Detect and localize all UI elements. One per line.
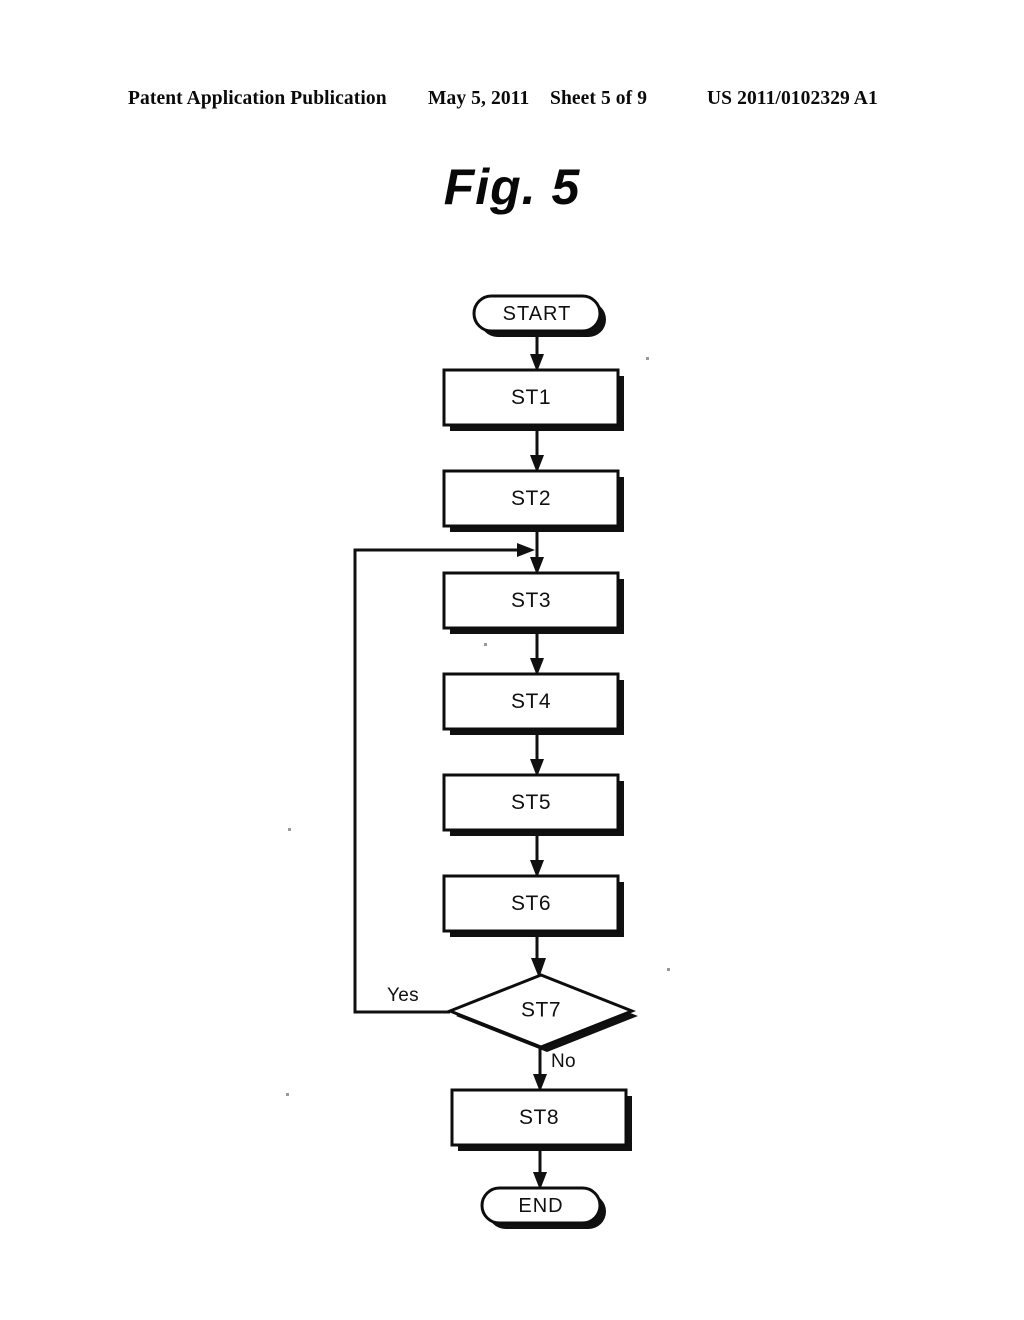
edge-st5-to-st6 [530,830,544,878]
node-st5-label: ST5 [511,791,551,814]
edge-start-to-st1 [530,331,544,372]
node-end-label: END [518,1195,563,1217]
node-st3[interactable]: ST3 [442,571,624,634]
node-st6[interactable]: ST6 [442,874,624,937]
node-st8[interactable]: ST8 [450,1088,632,1151]
node-st7-label: ST7 [521,999,561,1022]
node-st2[interactable]: ST2 [442,469,624,532]
patent-drawing-page: Patent Application Publication May 5, 20… [0,0,1024,1320]
node-st1-label: ST1 [511,386,551,409]
node-st5[interactable]: ST5 [442,773,624,836]
node-st8-label: ST8 [519,1106,559,1129]
node-st2-label: ST2 [511,487,551,510]
node-st7[interactable]: ST7 [445,973,638,1052]
node-start[interactable]: START [472,294,606,337]
edge-st6-to-st7 [531,931,546,978]
flowchart-diagram: START ST1 ST2 ST3 ST4 ST5 ST6 ST7 ST8 EN… [0,0,1024,1320]
edge-st7-no-to-st8 [533,1046,547,1092]
edge-st8-to-end [533,1145,547,1190]
node-start-label: START [503,303,572,325]
node-st3-label: ST3 [511,589,551,612]
node-st4-label: ST4 [511,690,551,713]
node-st4[interactable]: ST4 [442,672,624,735]
node-end[interactable]: END [480,1186,606,1229]
node-st1[interactable]: ST1 [442,368,624,431]
node-st6-label: ST6 [511,892,551,915]
edge-st1-to-st2 [530,425,544,473]
branch-label-yes: Yes [387,985,419,1006]
edge-st3-to-st4 [530,628,544,676]
edge-st4-to-st5 [530,729,544,777]
branch-label-no: No [551,1051,576,1072]
